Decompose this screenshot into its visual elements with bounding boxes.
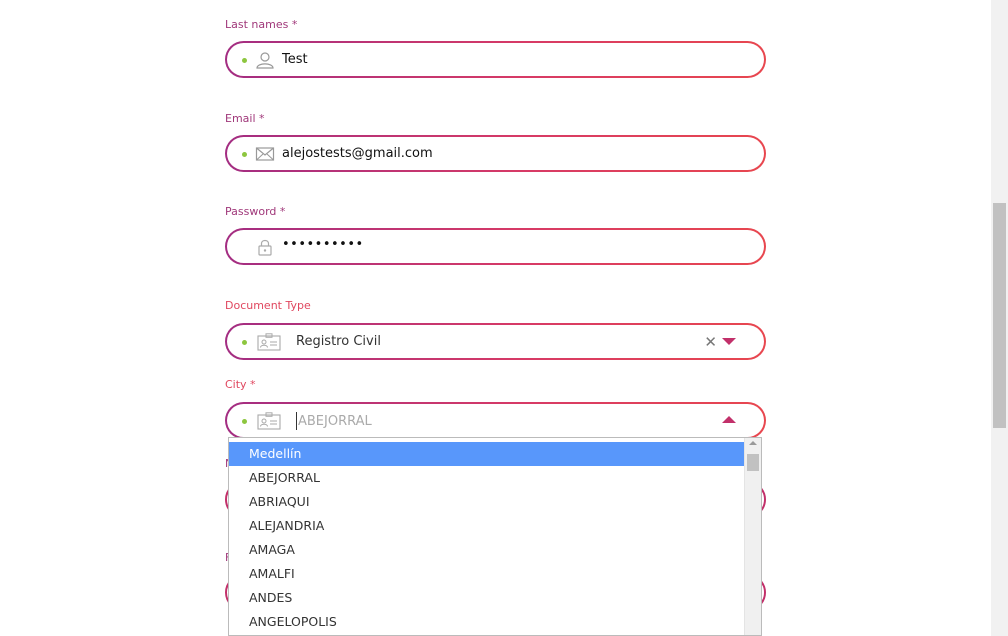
city-option[interactable]: ALEJANDRIA xyxy=(229,514,745,538)
city-label: City * xyxy=(225,378,256,391)
last-names-value: Test xyxy=(282,52,308,67)
last-names-field[interactable]: Test xyxy=(225,41,766,78)
document-type-select[interactable]: Registro Civil ✕ xyxy=(225,323,766,360)
email-field[interactable]: alejostests@gmail.com xyxy=(225,135,766,172)
dropdown-scrollbar[interactable] xyxy=(744,438,761,635)
city-option[interactable]: ANGELOPOLIS xyxy=(229,610,745,634)
password-field[interactable]: •••••••••• xyxy=(225,228,766,265)
city-select[interactable] xyxy=(225,402,766,439)
valid-dot-icon xyxy=(242,419,247,424)
valid-dot-icon xyxy=(242,340,247,345)
city-options-list: Medellín ABEJORRAL ABRIAQUI ALEJANDRIA A… xyxy=(229,442,745,634)
document-type-label: Document Type xyxy=(225,299,311,312)
city-option[interactable]: ANDES xyxy=(229,586,745,610)
clear-selection-icon[interactable]: ✕ xyxy=(704,333,717,351)
city-option[interactable]: AMAGA xyxy=(229,538,745,562)
envelope-icon xyxy=(255,145,275,163)
person-icon xyxy=(255,51,275,69)
city-option[interactable]: ABEJORRAL xyxy=(229,466,745,490)
id-card-icon xyxy=(257,333,281,351)
password-label: Password * xyxy=(225,205,286,218)
page-scroll-thumb[interactable] xyxy=(993,203,1006,428)
id-card-icon xyxy=(257,412,281,430)
dropdown-scroll-thumb[interactable] xyxy=(747,454,759,471)
email-value: alejostests@gmail.com xyxy=(282,146,433,161)
page-scrollbar[interactable] xyxy=(991,0,1008,636)
chevron-up-icon[interactable] xyxy=(722,416,736,423)
lock-icon xyxy=(255,238,275,256)
password-value: •••••••••• xyxy=(282,237,364,252)
city-option[interactable]: ABRIAQUI xyxy=(229,490,745,514)
scroll-up-arrow-icon[interactable] xyxy=(749,441,757,445)
document-type-value: Registro Civil xyxy=(296,334,381,349)
email-label: Email * xyxy=(225,112,265,125)
valid-dot-icon xyxy=(242,58,247,63)
city-option[interactable]: Medellín xyxy=(229,442,745,466)
city-dropdown[interactable]: Medellín ABEJORRAL ABRIAQUI ALEJANDRIA A… xyxy=(228,437,762,636)
city-option[interactable]: AMALFI xyxy=(229,562,745,586)
city-search-input[interactable] xyxy=(296,412,678,430)
chevron-down-icon[interactable] xyxy=(722,338,736,345)
last-names-label: Last names * xyxy=(225,18,298,31)
valid-dot-icon xyxy=(242,152,247,157)
